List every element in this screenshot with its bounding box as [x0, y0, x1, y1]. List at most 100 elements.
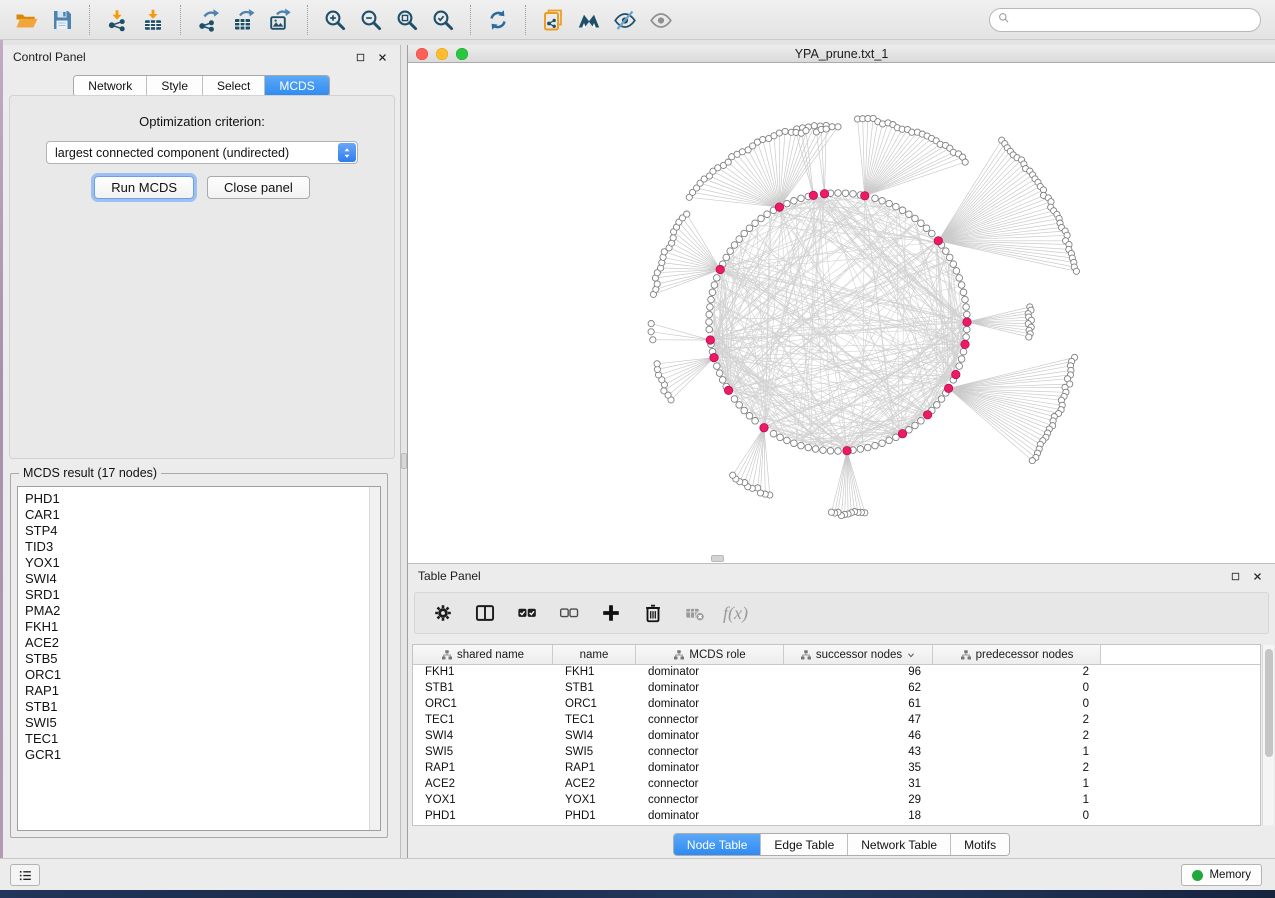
cell-successor-nodes[interactable]: 46 — [784, 729, 933, 745]
export-image-button[interactable] — [264, 4, 296, 36]
split-column-button[interactable] — [471, 599, 499, 627]
column-header-name[interactable]: name — [553, 645, 636, 664]
cell-name[interactable]: TEC1 — [553, 713, 636, 729]
table-scrollbar[interactable] — [1262, 645, 1274, 825]
tab-network-table[interactable]: Network Table — [848, 834, 951, 855]
tab-node-table[interactable]: Node Table — [674, 834, 762, 855]
cell-name[interactable]: FKH1 — [553, 665, 636, 681]
cell-name[interactable]: RAP1 — [553, 761, 636, 777]
delete-table-button[interactable] — [681, 599, 709, 627]
table-row[interactable]: ACE2ACE2connector311 — [413, 777, 1260, 793]
panel-list-button[interactable] — [10, 864, 40, 886]
cell-name[interactable]: SWI5 — [553, 745, 636, 761]
table-row[interactable]: SWI4SWI4dominator462 — [413, 729, 1260, 745]
cell-MCDS-role[interactable]: dominator — [636, 665, 784, 681]
mcds-result-item[interactable]: TID3 — [25, 539, 380, 555]
delete-column-button[interactable] — [639, 599, 667, 627]
export-network-button[interactable] — [192, 4, 224, 36]
cell-shared-name[interactable]: SWI4 — [413, 729, 553, 745]
cell-predecessor-nodes[interactable]: 0 — [933, 681, 1101, 697]
cell-MCDS-role[interactable]: dominator — [636, 697, 784, 713]
cell-name[interactable]: STB1 — [553, 681, 636, 697]
search-input[interactable] — [1011, 11, 1260, 29]
column-header-MCDS-role[interactable]: MCDS role — [636, 645, 784, 664]
mcds-result-item[interactable]: PHD1 — [25, 491, 380, 507]
cell-successor-nodes[interactable]: 43 — [784, 745, 933, 761]
mcds-result-item[interactable]: RAP1 — [25, 683, 380, 699]
tab-mcds[interactable]: MCDS — [265, 76, 328, 96]
mcds-result-item[interactable]: YOX1 — [25, 555, 380, 571]
cell-predecessor-nodes[interactable]: 2 — [933, 713, 1101, 729]
close-mcds-button[interactable]: Close panel — [207, 176, 310, 199]
show-all-button[interactable] — [645, 4, 677, 36]
import-table-button[interactable] — [137, 4, 169, 36]
table-row[interactable]: FKH1FKH1dominator962 — [413, 665, 1260, 681]
network-graph-canvas[interactable] — [408, 63, 1275, 563]
hide-selected-button[interactable] — [609, 4, 641, 36]
vertical-splitter[interactable] — [401, 45, 408, 858]
cell-successor-nodes[interactable]: 35 — [784, 761, 933, 777]
table-options-button[interactable] — [429, 599, 457, 627]
table-row[interactable]: TEC1TEC1connector472 — [413, 713, 1260, 729]
cell-successor-nodes[interactable]: 31 — [784, 777, 933, 793]
mcds-result-item[interactable]: STB1 — [25, 699, 380, 715]
mcds-result-item[interactable]: GCR1 — [25, 747, 380, 763]
table-row[interactable]: STB1STB1dominator620 — [413, 681, 1260, 697]
cell-shared-name[interactable]: ORC1 — [413, 697, 553, 713]
tab-network[interactable]: Network — [74, 76, 147, 96]
export-table-button[interactable] — [228, 4, 260, 36]
cell-predecessor-nodes[interactable]: 1 — [933, 745, 1101, 761]
mcds-result-item[interactable]: STB5 — [25, 651, 380, 667]
cell-MCDS-role[interactable]: dominator — [636, 809, 784, 825]
column-header-predecessor-nodes[interactable]: predecessor nodes — [933, 645, 1101, 664]
cell-MCDS-role[interactable]: dominator — [636, 729, 784, 745]
cell-predecessor-nodes[interactable]: 2 — [933, 729, 1101, 745]
table-row[interactable]: PHD1PHD1dominator180 — [413, 809, 1260, 825]
column-header-successor-nodes[interactable]: successor nodes — [784, 645, 933, 664]
select-all-rows-button[interactable] — [513, 599, 541, 627]
column-header-shared-name[interactable]: shared name — [413, 645, 553, 664]
table-scrollbar-thumb[interactable] — [1265, 649, 1273, 757]
table-row[interactable]: ORC1ORC1dominator610 — [413, 697, 1260, 713]
cell-successor-nodes[interactable]: 47 — [784, 713, 933, 729]
criterion-dropdown[interactable]: largest connected component (undirected) — [46, 141, 358, 164]
zoom-in-button[interactable] — [319, 4, 351, 36]
cell-name[interactable]: YOX1 — [553, 793, 636, 809]
refresh-button[interactable] — [482, 4, 514, 36]
function-builder-button[interactable]: f(x) — [723, 603, 748, 624]
run-mcds-button[interactable]: Run MCDS — [94, 176, 194, 199]
first-neighbors-button[interactable] — [573, 4, 605, 36]
cell-MCDS-role[interactable]: connector — [636, 713, 784, 729]
float-panel-button[interactable] — [352, 49, 368, 65]
cell-shared-name[interactable]: ACE2 — [413, 777, 553, 793]
cell-name[interactable]: SWI4 — [553, 729, 636, 745]
cell-shared-name[interactable]: YOX1 — [413, 793, 553, 809]
zoom-fit-button[interactable] — [391, 4, 423, 36]
tab-edge-table[interactable]: Edge Table — [761, 834, 848, 855]
vertical-splitter-grip[interactable] — [401, 453, 407, 469]
zoom-out-button[interactable] — [355, 4, 387, 36]
deselect-all-rows-button[interactable] — [555, 599, 583, 627]
cell-MCDS-role[interactable]: connector — [636, 745, 784, 761]
cell-MCDS-role[interactable]: connector — [636, 793, 784, 809]
cell-shared-name[interactable]: STB1 — [413, 681, 553, 697]
cell-shared-name[interactable]: SWI5 — [413, 745, 553, 761]
close-panel-button[interactable] — [1249, 568, 1265, 584]
cell-name[interactable]: ORC1 — [553, 697, 636, 713]
cell-MCDS-role[interactable]: dominator — [636, 681, 784, 697]
cell-predecessor-nodes[interactable]: 0 — [933, 809, 1101, 825]
cell-shared-name[interactable]: PHD1 — [413, 809, 553, 825]
mcds-result-item[interactable]: STP4 — [25, 523, 380, 539]
mcds-result-item[interactable]: ORC1 — [25, 667, 380, 683]
cell-name[interactable]: ACE2 — [553, 777, 636, 793]
add-column-button[interactable] — [597, 599, 625, 627]
cell-predecessor-nodes[interactable]: 0 — [933, 697, 1101, 713]
cell-predecessor-nodes[interactable]: 1 — [933, 777, 1101, 793]
memory-button[interactable]: Memory — [1181, 864, 1262, 886]
cell-successor-nodes[interactable]: 29 — [784, 793, 933, 809]
cell-predecessor-nodes[interactable]: 2 — [933, 761, 1101, 777]
cell-predecessor-nodes[interactable]: 1 — [933, 793, 1101, 809]
table-row[interactable]: YOX1YOX1connector291 — [413, 793, 1260, 809]
mcds-result-item[interactable]: SWI5 — [25, 715, 380, 731]
cell-shared-name[interactable]: FKH1 — [413, 665, 553, 681]
